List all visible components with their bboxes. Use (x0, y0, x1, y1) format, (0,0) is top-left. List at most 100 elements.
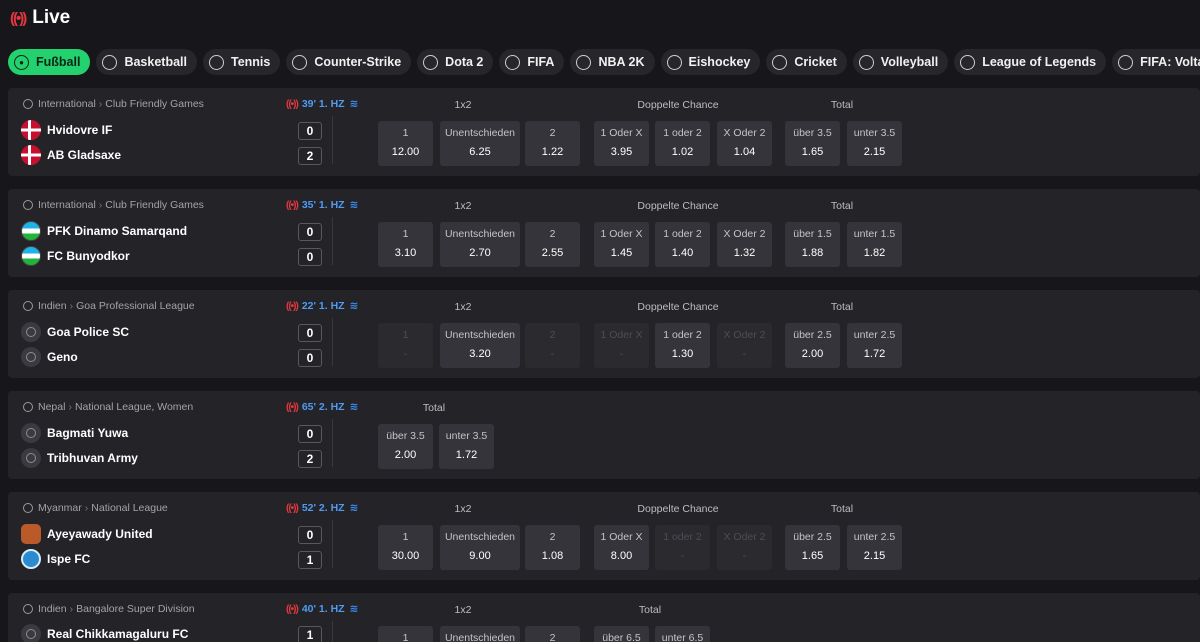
odd-button[interactable]: 1 oder 2 1.30 (655, 323, 710, 368)
match-card[interactable]: Indien › Bangalore Super Division ((•)) 40'… (8, 593, 1200, 642)
tab-basketball[interactable]: Basketball (96, 49, 197, 75)
tab-nba-2k[interactable]: NBA 2K (570, 49, 655, 75)
live-icon: ((•)) (286, 98, 299, 110)
odd-button[interactable]: 1 12.00 (378, 121, 433, 166)
odd-button[interactable]: über 3.5 2.00 (378, 424, 433, 469)
odd-button[interactable]: 1 Oder X 1.45 (594, 222, 649, 267)
home-score: 0 (298, 122, 322, 140)
signal-icon: ≋ (349, 300, 359, 312)
market-header-1x2: 1x2 (454, 301, 472, 313)
tab-label: Dota 2 (445, 55, 484, 69)
divider (332, 419, 333, 467)
odd-button[interactable]: Unentschieden 3.20 (440, 323, 520, 368)
league-country: Indien (38, 300, 67, 312)
tab-volleyball[interactable]: Volleyball (852, 49, 949, 75)
divider (332, 217, 333, 265)
match-clock: ((•)) 39' 1. HZ ≋ (286, 98, 358, 110)
tab-fifa[interactable]: FIFA (499, 49, 565, 75)
league-info: International › Club Friendly Games (23, 98, 204, 110)
tab-cricket[interactable]: Cricket (766, 49, 847, 75)
league-info: Indien › Goa Professional League (23, 300, 195, 312)
match-card[interactable]: Indien › Goa Professional League ((•)) 22' … (8, 290, 1200, 378)
signal-icon: ≋ (349, 401, 359, 413)
odd-button[interactable]: 1 30.00 (378, 525, 433, 570)
live-icon: ((•)) (286, 300, 299, 312)
tab-tennis[interactable]: Tennis (202, 49, 281, 75)
odd-button[interactable]: über 3.5 1.65 (785, 121, 840, 166)
odd-button[interactable]: 2 2.55 (525, 222, 580, 267)
team-name: AB Gladsaxe (47, 148, 122, 162)
home-score: 0 (298, 425, 322, 443)
odd-button[interactable]: unter 1.5 1.82 (847, 222, 902, 267)
odd-button[interactable]: 1 Oder X 3.95 (594, 121, 649, 166)
team-crest-icon (21, 549, 41, 569)
tab-label: Eishockey (688, 55, 751, 69)
team-flag-icon (21, 221, 41, 241)
team-placeholder-icon (21, 423, 41, 443)
match-card[interactable]: International › Club Friendly Games ((•)) 3… (8, 88, 1200, 176)
odd-button[interactable]: 1 3.10 (378, 222, 433, 267)
odd-button[interactable]: über 2.5 2.00 (785, 323, 840, 368)
clock-time: 22' 1. HZ (301, 300, 345, 312)
odd-button-disabled: X Oder 2- (717, 323, 772, 368)
home-team: Ayeyawady United (21, 524, 153, 544)
home-score: 1 (298, 626, 322, 642)
tab-eishockey[interactable]: Eishockey (660, 49, 761, 75)
league-country: International (38, 199, 96, 211)
odd-button[interactable]: über 2.5 1.65 (785, 525, 840, 570)
basketball-icon (102, 54, 118, 70)
live-icon: ((•)) (286, 502, 299, 514)
odd-button[interactable]: unter 6.5 (655, 626, 710, 642)
odd-button[interactable]: Unentschieden 6.25 (440, 121, 520, 166)
globe-icon (23, 301, 33, 311)
odd-button[interactable]: unter 3.5 1.72 (439, 424, 494, 469)
odd-button[interactable]: X Oder 2 1.04 (717, 121, 772, 166)
odd-button[interactable]: X Oder 2 1.32 (717, 222, 772, 267)
team-name: Hvidovre IF (47, 123, 113, 137)
odd-button[interactable]: unter 3.5 2.15 (847, 121, 902, 166)
match-card[interactable]: Nepal › National League, Women ((•)) 65' 2.… (8, 391, 1200, 479)
away-score: 2 (298, 147, 322, 165)
tab-fussball[interactable]: ● Fußball (8, 49, 91, 75)
nba2k-icon (576, 54, 592, 70)
tab-fifa-volta[interactable]: FIFA: Volta (1112, 49, 1200, 75)
globe-icon (23, 200, 33, 210)
home-score: 0 (298, 526, 322, 544)
odd-button[interactable]: 1 oder 2 1.02 (655, 121, 710, 166)
home-score: 0 (298, 324, 322, 342)
match-card[interactable]: International › Club Friendly Games ((•)) 3… (8, 189, 1200, 277)
tab-dota-2[interactable]: Dota 2 (417, 49, 494, 75)
team-placeholder-icon (21, 322, 41, 342)
away-team: FC Bunyodkor (21, 246, 130, 266)
tab-league-of-legends[interactable]: League of Legends (954, 49, 1107, 75)
odd-button[interactable]: Unentschieden 9.00 (440, 525, 520, 570)
odd-button[interactable]: 1 oder 2 1.40 (655, 222, 710, 267)
odd-button[interactable]: Unentschieden (440, 626, 520, 642)
odd-button[interactable]: über 6.5 (594, 626, 649, 642)
live-icon: ((•)) (286, 401, 299, 413)
odd-button[interactable]: Unentschieden 2.70 (440, 222, 520, 267)
away-team: Geno (21, 347, 78, 367)
globe-icon (23, 604, 33, 614)
globe-icon (23, 503, 33, 513)
match-card[interactable]: Myanmar › National League ((•)) 52' 2. HZ ≋ … (8, 492, 1200, 580)
odd-button[interactable]: 2 1.08 (525, 525, 580, 570)
odd-button[interactable]: 2 (525, 626, 580, 642)
odd-button[interactable]: 1 Oder X 8.00 (594, 525, 649, 570)
signal-icon: ≋ (349, 199, 359, 211)
team-name: Ayeyawady United (47, 527, 153, 541)
league-country: Myanmar (38, 502, 82, 514)
odd-button[interactable]: 1 (378, 626, 433, 642)
tab-label: Volleyball (880, 55, 939, 69)
odd-button[interactable]: unter 2.5 1.72 (847, 323, 902, 368)
lol-icon (960, 54, 976, 70)
odd-button[interactable]: über 1.5 1.88 (785, 222, 840, 267)
market-header-1x2: 1x2 (454, 200, 472, 212)
market-header-total: Total (422, 402, 446, 414)
tab-counter-strike[interactable]: Counter-Strike (286, 49, 412, 75)
odd-button[interactable]: unter 2.5 2.15 (847, 525, 902, 570)
divider (332, 520, 333, 568)
tab-label: Cricket (794, 55, 837, 69)
tab-label: Basketball (124, 55, 187, 69)
odd-button[interactable]: 2 1.22 (525, 121, 580, 166)
